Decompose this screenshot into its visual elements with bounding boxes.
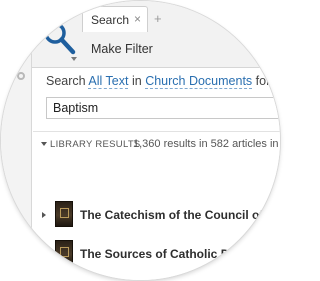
- chevron-down-icon[interactable]: [71, 57, 77, 61]
- result-title[interactable]: The Catechism of the Council of Tren: [80, 208, 280, 222]
- collapse-results-icon[interactable]: [41, 142, 47, 146]
- triangle-right-icon[interactable]: [42, 212, 46, 218]
- collection-link[interactable]: Church Documents: [145, 74, 253, 89]
- library-results-header[interactable]: LIBRARY RESULTS: [50, 139, 141, 150]
- magnifier-lens: Search × + Make Filter Search All Text i…: [1, 1, 280, 280]
- search-in-word: in: [131, 74, 142, 88]
- list-item[interactable]: The Sources of Catholic Dogm: [33, 240, 280, 270]
- results-count: 1,360 results in 582 articles in 4: [133, 138, 280, 150]
- left-sidebar-strip: [1, 1, 32, 280]
- close-icon[interactable]: ×: [134, 12, 141, 26]
- section-divider: [33, 131, 280, 132]
- result-title[interactable]: The Sources of Catholic Dogm: [80, 247, 255, 261]
- search-suffix: for: [255, 74, 271, 88]
- sidebar-glyph-icon[interactable]: [17, 72, 25, 80]
- list-item[interactable]: The Catechism of the Council of Tren: [33, 201, 280, 231]
- book-cover-icon: [55, 201, 73, 227]
- make-filter-button[interactable]: Make Filter: [91, 42, 153, 56]
- search-input-value: Baptism: [53, 101, 99, 115]
- add-tab-button[interactable]: +: [154, 11, 162, 26]
- search-input[interactable]: Baptism: [46, 97, 280, 119]
- search-prefix: Search: [46, 74, 86, 88]
- scope-link-all-text[interactable]: All Text: [88, 74, 129, 89]
- search-scope-line: Search All Text in Church Documents for: [46, 74, 271, 89]
- book-cover-icon: [55, 240, 73, 266]
- tab-label: Search: [91, 13, 130, 27]
- app-viewport: Search × + Make Filter Search All Text i…: [1, 1, 280, 280]
- tab-search[interactable]: Search ×: [82, 6, 148, 32]
- search-magnifier-icon[interactable]: [42, 22, 76, 56]
